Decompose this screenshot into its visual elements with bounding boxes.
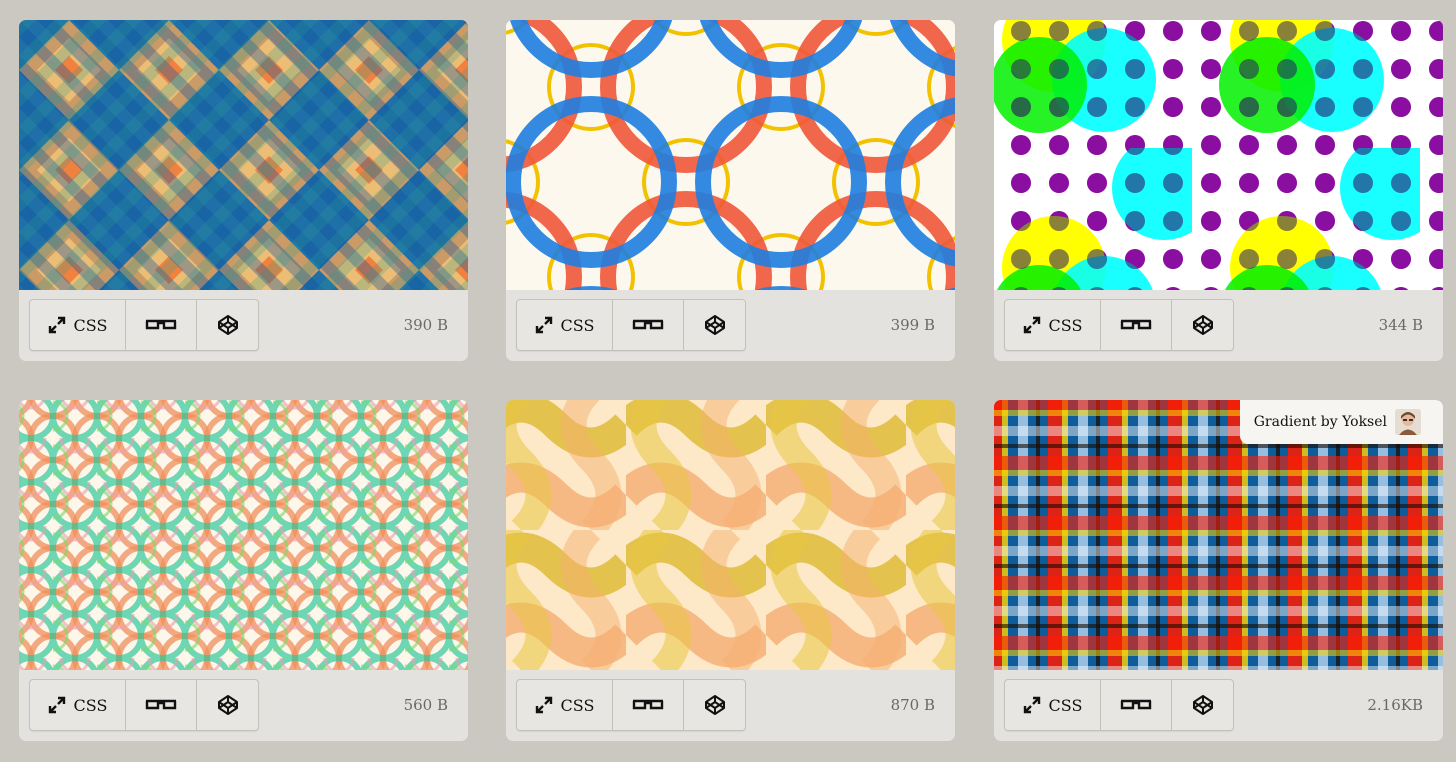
file-size: 390 B [403, 316, 448, 334]
css-button[interactable]: CSS [1005, 680, 1101, 730]
css-button-label: CSS [73, 695, 108, 715]
glasses-icon [1120, 317, 1152, 333]
pattern-card-4: CSS 560 B [19, 400, 468, 741]
file-size: 560 B [403, 696, 448, 714]
codepen-button[interactable] [1172, 680, 1233, 730]
codepen-button[interactable] [684, 680, 745, 730]
button-group: CSS [1004, 299, 1234, 351]
codepen-icon [1192, 694, 1214, 716]
glasses-icon [632, 317, 664, 333]
pattern-card-3: CSS 344 B [994, 20, 1443, 361]
glasses-icon [632, 697, 664, 713]
preview-button[interactable] [126, 680, 197, 730]
pattern-card-6: Gradient by Yoksel CSS 2.16KB [994, 400, 1443, 741]
glasses-icon [145, 697, 177, 713]
preview-button[interactable] [1101, 680, 1172, 730]
css-button-label: CSS [560, 315, 595, 335]
preview-button[interactable] [613, 300, 684, 350]
credit-text: Gradient by Yoksel [1253, 414, 1387, 430]
css-button[interactable]: CSS [30, 300, 126, 350]
codepen-icon [704, 314, 726, 336]
pattern-card-2: CSS 399 B [506, 20, 955, 361]
card-toolbar: CSS 344 B [994, 290, 1443, 361]
pattern-preview[interactable] [506, 400, 955, 670]
preview-button[interactable] [1101, 300, 1172, 350]
expand-icon [535, 316, 553, 334]
codepen-icon [217, 314, 239, 336]
preview-button[interactable] [613, 680, 684, 730]
button-group: CSS [516, 679, 746, 731]
pattern-preview[interactable] [19, 20, 468, 290]
codepen-icon [704, 694, 726, 716]
card-toolbar: CSS 399 B [506, 290, 955, 361]
card-toolbar: CSS 870 B [506, 670, 955, 741]
codepen-icon [217, 694, 239, 716]
css-button-label: CSS [73, 315, 108, 335]
css-button[interactable]: CSS [517, 680, 613, 730]
button-group: CSS [1004, 679, 1234, 731]
file-size: 399 B [890, 316, 935, 334]
codepen-button[interactable] [1172, 300, 1233, 350]
avatar [1395, 409, 1421, 435]
pattern-preview[interactable] [994, 20, 1443, 290]
css-button-label: CSS [560, 695, 595, 715]
pattern-card-5: CSS 870 B [506, 400, 955, 741]
card-toolbar: CSS 2.16KB [994, 670, 1443, 741]
button-group: CSS [516, 299, 746, 351]
pattern-preview[interactable] [506, 20, 955, 290]
pattern-preview[interactable] [19, 400, 468, 670]
expand-icon [48, 696, 66, 714]
expand-icon [1023, 316, 1041, 334]
css-button[interactable]: CSS [517, 300, 613, 350]
card-toolbar: CSS 560 B [19, 670, 468, 741]
glasses-icon [1120, 697, 1152, 713]
codepen-button[interactable] [197, 680, 258, 730]
codepen-button[interactable] [684, 300, 745, 350]
preview-button[interactable] [126, 300, 197, 350]
expand-icon [48, 316, 66, 334]
expand-icon [1023, 696, 1041, 714]
css-button-label: CSS [1048, 695, 1083, 715]
pattern-card-1: CSS 390 B [19, 20, 468, 361]
button-group: CSS [29, 679, 259, 731]
codepen-button[interactable] [197, 300, 258, 350]
css-button[interactable]: CSS [1005, 300, 1101, 350]
codepen-icon [1192, 314, 1214, 336]
css-button[interactable]: CSS [30, 680, 126, 730]
glasses-icon [145, 317, 177, 333]
button-group: CSS [29, 299, 259, 351]
file-size: 2.16KB [1367, 696, 1423, 714]
expand-icon [535, 696, 553, 714]
css-button-label: CSS [1048, 315, 1083, 335]
file-size: 870 B [890, 696, 935, 714]
file-size: 344 B [1378, 316, 1423, 334]
author-credit[interactable]: Gradient by Yoksel [1239, 400, 1443, 444]
card-toolbar: CSS 390 B [19, 290, 468, 361]
